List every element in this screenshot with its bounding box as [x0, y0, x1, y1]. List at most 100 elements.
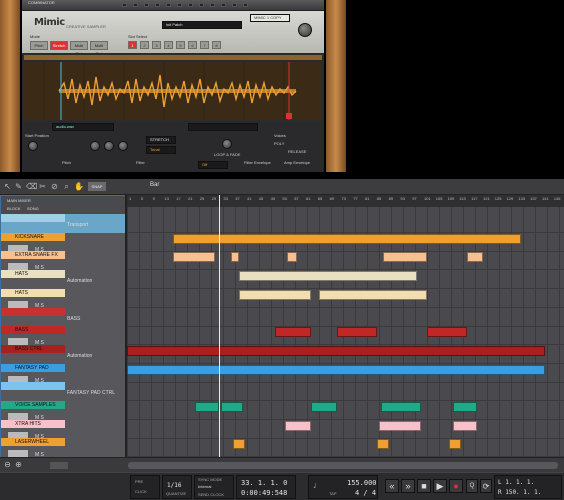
track-name[interactable]: HATS [1, 270, 65, 279]
main-mixer-label[interactable]: MAIN MIXER [7, 199, 31, 203]
combinator-button[interactable] [210, 3, 215, 7]
clip[interactable] [377, 439, 389, 450]
clip[interactable] [173, 233, 521, 244]
combinator-button[interactable] [243, 3, 248, 7]
tune-knob[interactable] [118, 141, 128, 151]
clip[interactable] [173, 252, 215, 263]
tempo-value[interactable]: 155.000 [347, 479, 377, 487]
left-locator[interactable]: L 1. 1. 1. [498, 479, 534, 486]
position-time[interactable]: 0:00:49:548 [241, 489, 287, 497]
bar-ruler[interactable]: 1 5 9 13 17 21 25 29 33 37 41 45 49 53 57 61 65 69 73 77 81 8… [127, 195, 564, 207]
start-position-knob[interactable] [28, 141, 38, 151]
volume-knob[interactable] [298, 23, 312, 37]
snap-button[interactable]: SNAP [88, 182, 106, 191]
sync-mode-value[interactable]: Internal [198, 485, 211, 489]
quantize-value[interactable]: 1/16 [167, 482, 181, 489]
metronome-icon[interactable]: ♩ [313, 481, 322, 490]
track-name[interactable] [1, 214, 65, 222]
song-position-marker[interactable] [219, 195, 220, 457]
track-name[interactable] [1, 307, 65, 316]
slot-button[interactable]: 4 [164, 41, 173, 49]
level-knob[interactable] [90, 141, 100, 151]
clip[interactable] [379, 420, 421, 431]
clip[interactable] [337, 327, 377, 338]
quantize-during-record-button[interactable]: Q [466, 479, 478, 493]
sample-waveform-display[interactable] [24, 53, 322, 120]
clip[interactable] [453, 402, 477, 412]
clip[interactable] [287, 252, 297, 263]
send-clock-button[interactable]: SEND CLOCK [198, 493, 224, 497]
combinator-button[interactable] [199, 3, 204, 7]
combinator-button[interactable] [122, 3, 127, 7]
time-signature[interactable]: 4 / 4 [355, 489, 376, 497]
clip[interactable] [221, 402, 243, 412]
slot-button[interactable]: 3 [152, 41, 161, 49]
slot-button[interactable]: 2 [140, 41, 149, 49]
fast-forward-button[interactable]: » [401, 479, 415, 493]
track-name[interactable]: XTRA HITS [1, 419, 65, 428]
slot-button[interactable]: 6 [188, 41, 197, 49]
pre-button[interactable]: PRE [135, 480, 143, 484]
clip[interactable] [453, 420, 477, 431]
right-locator[interactable]: R 150. 1. 1. [498, 489, 541, 496]
rewind-button[interactable]: « [385, 479, 399, 493]
mode-button[interactable]: Multi Slot [90, 41, 108, 56]
combinator-button[interactable] [177, 3, 182, 7]
stretch-mode-display[interactable]: Tonal [146, 146, 176, 154]
record-button[interactable]: ● [449, 479, 463, 493]
mode-button[interactable]: Multi Slot [70, 41, 88, 56]
mute-tool-icon[interactable]: ⊘ [50, 182, 59, 191]
mode-button[interactable]: Pitch [30, 41, 48, 50]
patch-name-display[interactable]: init Patch [162, 21, 242, 29]
clip[interactable] [449, 439, 461, 450]
zoom-out-icon[interactable]: ⊖ [3, 460, 12, 469]
clip[interactable] [319, 289, 427, 300]
clip[interactable] [127, 345, 545, 356]
track-name[interactable]: BASS CTRL [1, 344, 65, 353]
filter-mode-display[interactable]: Off [198, 161, 228, 169]
clip[interactable] [467, 252, 483, 263]
track-name[interactable]: LASERWHEEL [1, 438, 65, 447]
block-mode-button[interactable]: BLOCK [7, 207, 21, 211]
loop-toggle-icon[interactable]: ⟳ [480, 479, 492, 493]
hand-tool-icon[interactable]: ✋ [74, 182, 84, 191]
stop-button[interactable]: ■ [417, 479, 431, 493]
clip[interactable] [381, 402, 421, 412]
clip[interactable] [275, 327, 311, 338]
combinator-button[interactable] [133, 3, 138, 7]
clip[interactable] [383, 252, 427, 263]
track-name[interactable]: VOICE SAMPLES [1, 401, 65, 409]
track-name[interactable] [1, 382, 65, 391]
clip[interactable] [285, 420, 311, 431]
clip[interactable] [239, 289, 311, 300]
magnify-tool-icon[interactable]: ⌕ [62, 182, 71, 191]
combinator-button[interactable] [221, 3, 226, 7]
slot-button[interactable]: 5 [176, 41, 185, 49]
tap-button[interactable]: TAP [329, 492, 336, 496]
combinator-button[interactable] [144, 3, 149, 7]
clip[interactable] [311, 402, 337, 412]
pan-knob[interactable] [104, 141, 114, 151]
clip[interactable] [233, 439, 245, 450]
eraser-tool-icon[interactable]: ⌫ [26, 182, 37, 191]
mode-button-active[interactable]: Stretch [50, 41, 68, 50]
clip[interactable] [195, 402, 219, 412]
follow-song-button[interactable] [50, 462, 68, 469]
track-name[interactable]: FANTASY PAD [1, 363, 65, 372]
clip[interactable] [427, 327, 467, 338]
zoom-in-icon[interactable]: ⊕ [14, 460, 23, 469]
track-lane-row[interactable] [127, 433, 564, 458]
track-name[interactable]: EXTRA SNARE FX [1, 251, 65, 260]
slot-button[interactable]: 7 [200, 41, 209, 49]
pencil-tool-icon[interactable]: ✎ [14, 182, 23, 191]
device-name-label[interactable]: MIMIC 1 COPY [250, 14, 290, 22]
position-bars[interactable]: 33. 1. 1. 0 [241, 479, 287, 487]
song-mode-button[interactable]: SONG [27, 207, 39, 211]
combinator-button[interactable] [155, 3, 160, 7]
combinator-button[interactable] [166, 3, 171, 7]
horizontal-scrollbar[interactable]: ⊖ ⊕ [0, 457, 564, 472]
razor-tool-icon[interactable]: ✂ [38, 182, 47, 191]
loop-fade-knob[interactable] [222, 139, 232, 149]
track-name[interactable]: KICKSNARE [1, 232, 65, 241]
clip[interactable] [127, 364, 545, 375]
